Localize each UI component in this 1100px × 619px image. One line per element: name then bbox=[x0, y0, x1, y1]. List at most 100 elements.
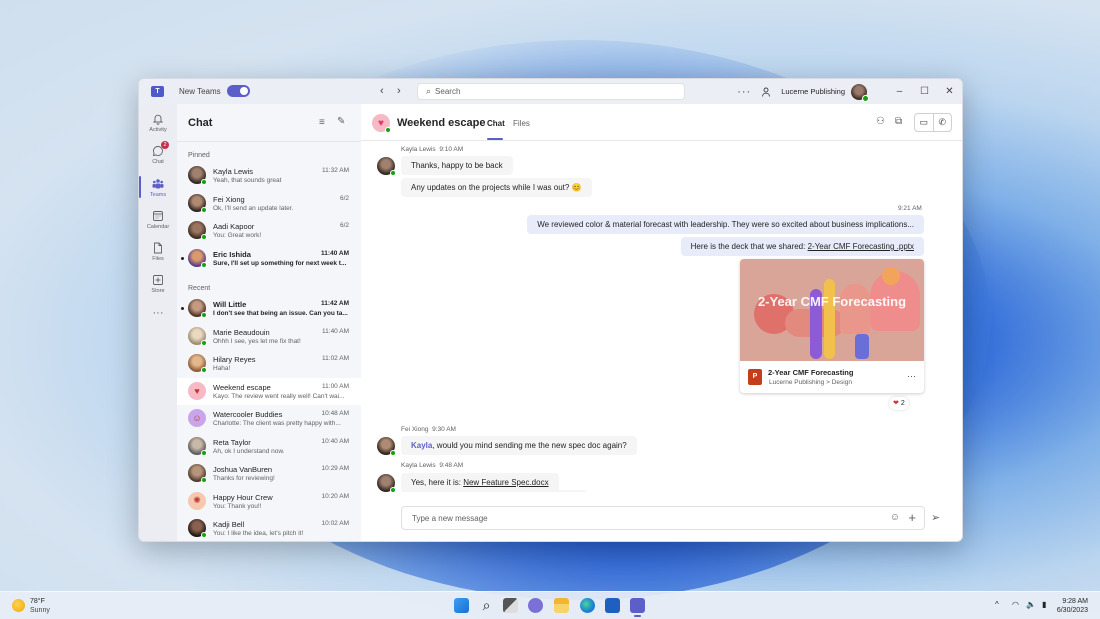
presence-available-icon bbox=[201, 312, 207, 318]
chat-list-item[interactable]: Aadi Kapoor 6/2 You: Great work! bbox=[177, 217, 361, 244]
edge-icon[interactable] bbox=[580, 598, 595, 613]
reaction-badge[interactable]: ❤ 2 bbox=[889, 397, 909, 410]
file-card-footer: P 2-Year CMF Forecasting Lucerne Publish… bbox=[740, 361, 924, 393]
chat-name: Eric Ishida bbox=[213, 249, 251, 259]
chat-list-item[interactable]: Fei Xiong 6/2 Ok, I'll send an update late… bbox=[177, 190, 361, 217]
weather-temperature[interactable]: 78°F bbox=[30, 598, 45, 605]
attachment-preview[interactable] bbox=[401, 490, 587, 492]
rail-item-store[interactable]: Store bbox=[139, 274, 177, 294]
rail-item-teams[interactable]: Teams bbox=[139, 178, 177, 198]
avatar: ☺ bbox=[188, 409, 206, 427]
chat-name: Joshua VanBuren bbox=[213, 465, 273, 474]
chat-name: Reta Taylor bbox=[213, 437, 251, 447]
chat-list-pane: Chat ≡ ✎ Pinned Kayla Lewis 11:32 AM Yeah,… bbox=[177, 104, 361, 541]
chat-list-title: Chat bbox=[188, 117, 213, 129]
rail-item-activity[interactable]: Activity bbox=[139, 113, 177, 133]
mention[interactable]: Kayla bbox=[411, 441, 432, 450]
chat-list-item[interactable]: Kadji Bell 10:02 AM You: I like the idea, … bbox=[177, 515, 361, 541]
pop-out-icon[interactable]: ⧉ bbox=[895, 116, 902, 127]
presence-available-icon bbox=[385, 127, 391, 133]
rail-item-chat[interactable]: 2 Chat bbox=[139, 141, 177, 165]
presence-available-icon bbox=[201, 367, 207, 373]
file-link[interactable]: New Feature Spec.docx bbox=[463, 478, 548, 487]
emoji-icon[interactable]: ☺ bbox=[890, 512, 900, 523]
chat-list-item[interactable]: ♥ Weekend escape 11:00 AM Kayo: The review … bbox=[177, 377, 361, 405]
new-teams-toggle[interactable] bbox=[227, 85, 250, 97]
system-clock[interactable]: 9:28 AM 6/30/2023 bbox=[1057, 597, 1088, 615]
thumbnail-title: 2-Year CMF Forecasting bbox=[757, 294, 907, 309]
task-view-icon[interactable] bbox=[503, 598, 518, 613]
message-composer[interactable]: Type a new message ☺ + bbox=[401, 506, 925, 530]
show-hidden-icons-button[interactable]: ^ bbox=[995, 600, 999, 609]
new-teams-label: New Teams bbox=[179, 87, 221, 96]
volume-icon[interactable]: 🔈 bbox=[1026, 600, 1036, 609]
chat-list-item[interactable]: Eric Ishida 11:40 AM Sure, I'll set up som… bbox=[177, 245, 361, 272]
group-avatar: ♥ bbox=[372, 114, 391, 133]
app-rail: Activity 2 Chat Teams Calendar Files Sto… bbox=[139, 104, 177, 541]
battery-icon[interactable]: ▮ bbox=[1042, 600, 1046, 609]
chat-list-item[interactable]: Reta Taylor 10:40 AM Ah, ok I understand n… bbox=[177, 433, 361, 460]
forward-button[interactable]: › bbox=[397, 85, 401, 97]
chat-list-item[interactable]: Hilary Reyes 11:02 AM Haha! bbox=[177, 350, 361, 377]
rail-more-button[interactable]: ··· bbox=[139, 307, 177, 319]
video-call-icon[interactable]: ▭ bbox=[915, 114, 934, 131]
chat-list-item[interactable]: Marie Beaudouin 11:40 AM Ohhh I see, yes l… bbox=[177, 323, 361, 350]
chat-list-item[interactable]: Kayla Lewis 11:32 AM Yeah, that sounds gre… bbox=[177, 162, 361, 189]
chat-list-item[interactable]: Will Little 11:42 AM I don't see that bein… bbox=[177, 295, 361, 322]
chat-time: 10:40 AM bbox=[321, 437, 349, 445]
chat-name: Happy Hour Crew bbox=[213, 492, 273, 502]
bell-icon bbox=[152, 114, 164, 125]
tab-chat[interactable]: Chat bbox=[487, 119, 505, 128]
chat-name: Hilary Reyes bbox=[213, 355, 256, 364]
chat-list-item[interactable]: ☺ Watercooler Buddies 10:48 AM Charlotte: T… bbox=[177, 405, 361, 432]
composer-placeholder: Type a new message bbox=[412, 514, 488, 523]
maximize-button[interactable]: ☐ bbox=[912, 86, 937, 97]
teams-chat-icon[interactable] bbox=[528, 598, 543, 613]
chat-name: Kayla Lewis bbox=[213, 167, 254, 176]
chat-preview: Ohhh I see, yes let me fix that! bbox=[213, 337, 301, 345]
chat-time: 11:00 AM bbox=[322, 382, 349, 390]
new-chat-icon[interactable]: ✎ bbox=[337, 116, 345, 127]
more-options-button[interactable]: ··· bbox=[737, 86, 751, 98]
add-attachment-icon[interactable]: + bbox=[908, 510, 916, 525]
weather-description[interactable]: Sunny bbox=[30, 607, 50, 614]
close-button[interactable]: ✕ bbox=[937, 86, 962, 97]
wifi-icon[interactable]: ◠ bbox=[1012, 600, 1019, 609]
avatar-fei-xiong[interactable] bbox=[377, 437, 396, 456]
chat-list-item[interactable]: Joshua VanBuren 10:29 AM Thanks for review… bbox=[177, 460, 361, 487]
people-settings-icon[interactable]: ⚇ bbox=[876, 116, 885, 127]
rail-item-files[interactable]: Files bbox=[139, 242, 177, 262]
presence-available-icon bbox=[862, 94, 869, 102]
minimize-button[interactable]: – bbox=[887, 86, 912, 97]
store-taskbar-icon[interactable] bbox=[605, 598, 620, 613]
start-icon[interactable] bbox=[454, 598, 469, 613]
title-bar: T New Teams ‹ › ⌕ Search ··· Lucerne Pub… bbox=[139, 79, 962, 104]
file-more-options-button[interactable]: ··· bbox=[907, 371, 916, 381]
chat-time: 10:20 AM bbox=[321, 492, 349, 500]
audio-call-icon[interactable]: ✆ bbox=[934, 114, 952, 131]
send-icon[interactable]: ➢ bbox=[931, 511, 940, 524]
tab-files[interactable]: Files bbox=[513, 119, 530, 128]
search-taskbar-icon[interactable]: ⌕ bbox=[479, 598, 494, 613]
file-explorer-icon[interactable] bbox=[554, 598, 569, 613]
chat-name: Kadji Bell bbox=[213, 520, 245, 529]
file-link[interactable]: 2-Year CMF Forecasting .pptx bbox=[808, 242, 914, 251]
avatar-kayla-lewis[interactable] bbox=[377, 474, 396, 492]
message-time: 9:21 AM bbox=[898, 205, 922, 212]
search-icon: ⌕ bbox=[426, 86, 432, 96]
chat-preview: Ok, I'll send an update later. bbox=[213, 204, 294, 212]
teams-taskbar-icon[interactable] bbox=[630, 598, 645, 617]
profile-avatar[interactable] bbox=[851, 83, 869, 102]
search-input[interactable]: ⌕ Search bbox=[417, 83, 685, 100]
avatar-kayla-lewis[interactable] bbox=[377, 157, 396, 176]
back-button[interactable]: ‹ bbox=[380, 85, 384, 97]
sun-icon[interactable] bbox=[12, 599, 25, 612]
chat-name: Marie Beaudouin bbox=[213, 327, 270, 337]
filter-icon[interactable]: ≡ bbox=[319, 117, 325, 128]
presence-available-icon bbox=[201, 179, 207, 185]
file-card[interactable]: 2-Year CMF Forecasting P 2-Year CMF Fore… bbox=[740, 259, 924, 393]
active-tab-indicator bbox=[487, 138, 503, 140]
rail-item-calendar[interactable]: Calendar bbox=[139, 210, 177, 230]
people-icon[interactable] bbox=[761, 87, 771, 97]
chat-list-item[interactable]: ✺ Happy Hour Crew 10:20 AM You: Thank you!! bbox=[177, 488, 361, 515]
